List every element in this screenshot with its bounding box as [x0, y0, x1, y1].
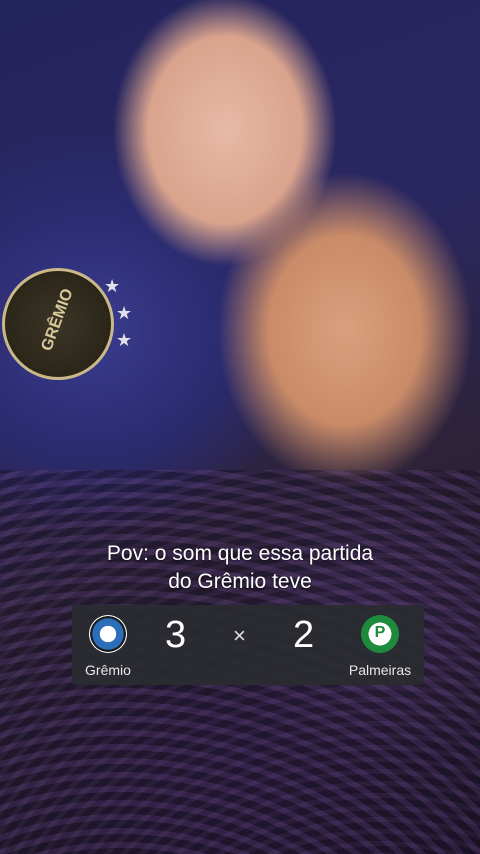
caption-line-1: Pov: o som que essa partida — [106, 542, 374, 565]
home-team: Grêmio — [78, 615, 138, 678]
home-team-name: Grêmio — [85, 662, 131, 678]
gremio-logo-icon — [89, 615, 127, 653]
caption-line-2: do Grêmio teve — [168, 570, 312, 593]
star-icon: ★ — [116, 303, 133, 323]
jersey-crest-text: GRÊMIO — [38, 286, 77, 354]
star-icon: ★ — [104, 276, 121, 296]
away-score: 2 — [293, 614, 315, 656]
video-caption: Pov: o som que essa partida do Grêmio te… — [0, 540, 480, 596]
jersey-crest-logo: GRÊMIO — [2, 268, 114, 380]
away-team: Palmeiras — [342, 615, 418, 678]
home-score: 3 — [165, 614, 187, 656]
star-icon: ★ — [116, 330, 133, 350]
score-separator: × — [233, 623, 246, 648]
palmeiras-logo-icon — [361, 615, 399, 653]
video-frame: GRÊMIO ★ ★ ★ Pov: o som que essa partida… — [0, 0, 480, 854]
away-team-name: Palmeiras — [348, 662, 412, 678]
match-scoreboard: Grêmio 3 × 2 Palmeiras — [72, 605, 424, 685]
